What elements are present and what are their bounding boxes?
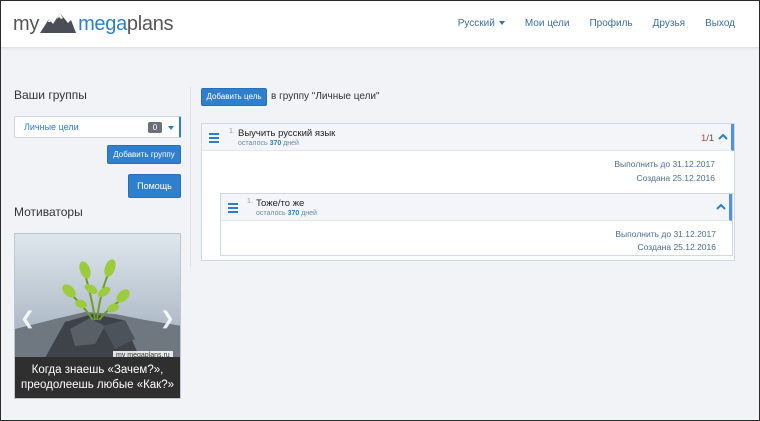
- remain-suffix: дней: [301, 210, 317, 217]
- chevron-down-icon: [168, 126, 174, 130]
- help-button[interactable]: Помощь: [128, 174, 181, 198]
- remain-prefix: осталось: [256, 210, 286, 217]
- goal-header[interactable]: 1. Выучить русский язык осталось 370 дне…: [202, 124, 734, 151]
- subgoal-index: 1.: [247, 198, 253, 205]
- logo-plans: plans: [126, 12, 174, 35]
- goal-title[interactable]: Выучить русский язык: [238, 128, 335, 139]
- goal-created: Создана 25.12.2016: [636, 173, 716, 183]
- add-goal-button[interactable]: Добавить цель: [201, 88, 267, 106]
- motivator-image: [15, 234, 180, 358]
- add-group-button[interactable]: Добавить группу: [107, 145, 181, 164]
- nav-my-goals[interactable]: Мои цели: [525, 18, 570, 29]
- subgoal-created: Создана 25.12.2016: [637, 242, 717, 252]
- remain-prefix: осталось: [238, 140, 268, 147]
- nav-profile[interactable]: Профиль: [589, 18, 632, 29]
- main-nav: Русский Мои цели Профиль Друзья Выход: [438, 18, 735, 29]
- goal-deadline: Выполнить до 31.12.2017: [614, 159, 715, 169]
- menu-icon[interactable]: [209, 133, 219, 145]
- group-select-label: Личные цели: [24, 122, 79, 132]
- motivator-carousel: ❮ ❯ my megaplans.ru Когда знаешь «Зачем?…: [14, 233, 181, 399]
- remain-suffix: дней: [283, 140, 299, 147]
- carousel-next-icon[interactable]: ❯: [160, 308, 175, 329]
- logo[interactable]: my mega plans: [13, 9, 174, 39]
- motivators-title: Мотиваторы: [14, 205, 83, 219]
- caret-down-icon: [498, 21, 505, 26]
- to-group-text: в группу "Личные цели": [271, 91, 380, 102]
- groups-title: Ваши группы: [14, 88, 87, 102]
- top-header: my mega plans Русский Мои цели Профиль Д…: [1, 1, 759, 48]
- logo-my: my: [13, 12, 40, 35]
- carousel-prev-icon[interactable]: ❮: [20, 308, 35, 329]
- nav-language-label: Русский: [457, 18, 495, 29]
- subgoal-card: 1. Тоже/то же осталось 370 дней Выполнит…: [220, 193, 733, 256]
- divider: [190, 87, 191, 267]
- mountain-icon: [40, 13, 77, 33]
- caption-line-1: Когда знаешь «Зачем?»,: [31, 364, 164, 376]
- nav-friends[interactable]: Друзья: [653, 18, 685, 29]
- goal-remaining: осталось 370 дней: [238, 140, 299, 147]
- caption-line-2: преодолеешь любые «Как?»: [20, 379, 175, 391]
- subgoal-deadline: Выполнить до 31.12.2017: [615, 229, 716, 239]
- remain-days: 370: [287, 210, 300, 217]
- nav-language[interactable]: Русский: [458, 18, 505, 29]
- subgoal-title[interactable]: Тоже/то же: [256, 198, 304, 209]
- goal-index: 1.: [229, 128, 235, 135]
- progress-total: /1: [706, 133, 715, 144]
- group-select[interactable]: Личные цели 0: [14, 116, 181, 138]
- chevron-up-icon[interactable]: [715, 201, 727, 213]
- remain-days: 370: [269, 140, 282, 147]
- nav-logout[interactable]: Выход: [705, 18, 735, 29]
- menu-icon[interactable]: [228, 203, 238, 215]
- logo-mega: mega: [78, 12, 127, 35]
- motivator-caption: Когда знаешь «Зачем?», преодолеешь любые…: [15, 357, 180, 398]
- chevron-up-icon[interactable]: [717, 131, 729, 143]
- group-count-badge: 0: [148, 122, 162, 133]
- goal-progress: 1/1: [701, 133, 714, 144]
- subgoal-header[interactable]: 1. Тоже/то же осталось 370 дней: [221, 194, 732, 221]
- subgoal-remaining: осталось 370 дней: [256, 210, 317, 217]
